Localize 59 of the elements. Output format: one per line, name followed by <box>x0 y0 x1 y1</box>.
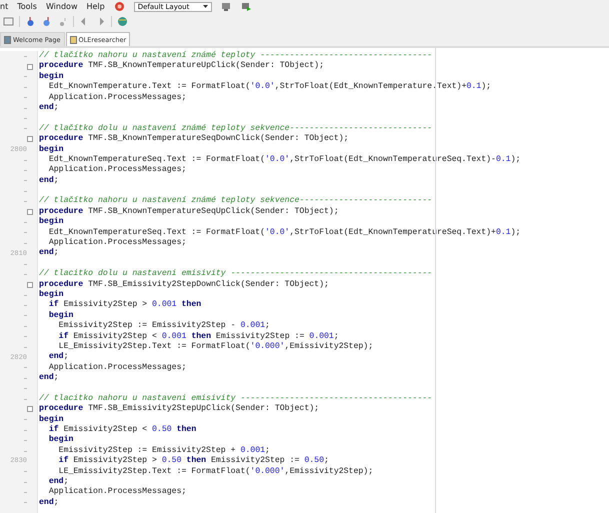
code-line: end; <box>39 176 60 186</box>
fold-icon[interactable] <box>27 136 33 142</box>
code-line: // tlačítko dolu u nastavení známé teploty sekvence----------------------------- <box>39 124 434 134</box>
code-line: Edt_KnownTemperatureSeq.Text := FormatFloat('0.0',StrToFloat(Edt_KnownTemperatureSeq.Text)+0.1); <box>48 228 521 238</box>
code-line: begin <box>48 310 74 321</box>
pin-icon[interactable] <box>25 16 36 27</box>
menu-item[interactable]: Help <box>86 2 105 11</box>
code-line: Application.ProcessMessages; <box>48 92 188 103</box>
code-line: procedure TMF.SB_KnownTemperatureUpClick(Sender: TObject); <box>39 61 325 72</box>
code-line: Application.ProcessMessages; <box>48 238 188 248</box>
fold-icon[interactable] <box>27 64 33 70</box>
menu-item[interactable]: nt <box>0 2 8 11</box>
code-line: Emissivity2Step := Emissivity2Step - 0.001; <box>58 321 271 332</box>
code-line: begin <box>39 217 65 228</box>
code-line: end; <box>39 373 60 384</box>
document-icon <box>4 36 11 44</box>
code-line: Application.ProcessMessages; <box>48 165 188 176</box>
code-line: LE_Emissivity2Step.Text := FormatFloat('0.000',Emissivity2Step); <box>58 466 374 477</box>
code-line: begin <box>48 435 74 446</box>
code-line: if Emissivity2Step > 0.001 then <box>48 300 202 311</box>
fold-icon[interactable] <box>27 209 33 216</box>
pin-icon[interactable] <box>41 16 52 27</box>
document-icon <box>70 36 77 44</box>
code-line: end; <box>48 352 70 363</box>
monitor-icon[interactable] <box>220 1 232 12</box>
code-line: if Emissivity2Step < 0.50 then <box>48 425 198 435</box>
code-line: // tlačítko nahoru u nastavení známé teploty ----------------------------------- <box>39 51 434 61</box>
code-line: // tlacitko dolu u nastaveni emisivity ----------------------------------------- <box>39 269 434 280</box>
code-line: Edt_KnownTemperatureSeq.Text := FormatFloat('0.0',StrToFloat(Edt_KnownTemperatureSeq.Text)-0.1); <box>48 154 521 165</box>
code-line: Application.ProcessMessages; <box>48 362 188 373</box>
code-line: procedure TMF.SB_KnownTemperatureSeqUpClick(Sender: TObject); <box>39 206 340 217</box>
code-line: end; <box>48 477 70 487</box>
fold-icon[interactable] <box>27 282 33 288</box>
code-line: // tlačítko nahoru u nastavení známé teploty sekvence--------------------------- <box>39 196 434 207</box>
code-line: procedure TMF.SB_KnownTemperatureSeqDownClick(Sender: TObject); <box>39 134 350 145</box>
panel-icon[interactable] <box>3 16 14 27</box>
globe-icon[interactable] <box>117 16 128 27</box>
pin-icon[interactable] <box>57 16 68 27</box>
code-line: Emissivity2Step := Emissivity2Step + 0.001; <box>58 446 271 456</box>
code-line: procedure TMF.SB_Emissivity2StepUpClick(Sender: TObject); <box>39 404 320 415</box>
code-line: procedure TMF.SB_Emissivity2StepDownClick(Sender: TObject); <box>39 280 330 290</box>
code-line: if Emissivity2Step > 0.50 then Emissivity2Step := 0.50; <box>58 456 330 467</box>
code-line: end; <box>39 498 60 508</box>
record-icon[interactable] <box>114 1 125 12</box>
fold-icon[interactable] <box>27 406 33 412</box>
code-line: Application.ProcessMessages; <box>48 487 188 498</box>
code-line: // tlacitko nahoru u nastaveni emisivity --------------------------------------- <box>39 394 434 404</box>
menu-item[interactable]: Window <box>46 2 78 11</box>
code-line: end; <box>39 102 60 114</box>
code-line: Edt_KnownTemperature.Text := FormatFloat('0.0',StrToFloat(Edt_KnownTemperature.Text)+0.1); <box>48 82 492 93</box>
code-line: begin <box>39 414 65 425</box>
caret-icon <box>202 5 208 8</box>
code-line: begin <box>39 290 65 300</box>
code-line: if Emissivity2Step < 0.001 then Emissivity2Step := 0.001; <box>58 332 340 342</box>
code-line: LE_Emissivity2Step.Text := FormatFloat('0.000',Emissivity2Step); <box>58 342 374 352</box>
menu-item[interactable]: Tools <box>17 2 37 11</box>
code-line: begin <box>39 72 65 82</box>
code-line: begin <box>39 144 65 155</box>
code-line: end; <box>39 248 60 259</box>
